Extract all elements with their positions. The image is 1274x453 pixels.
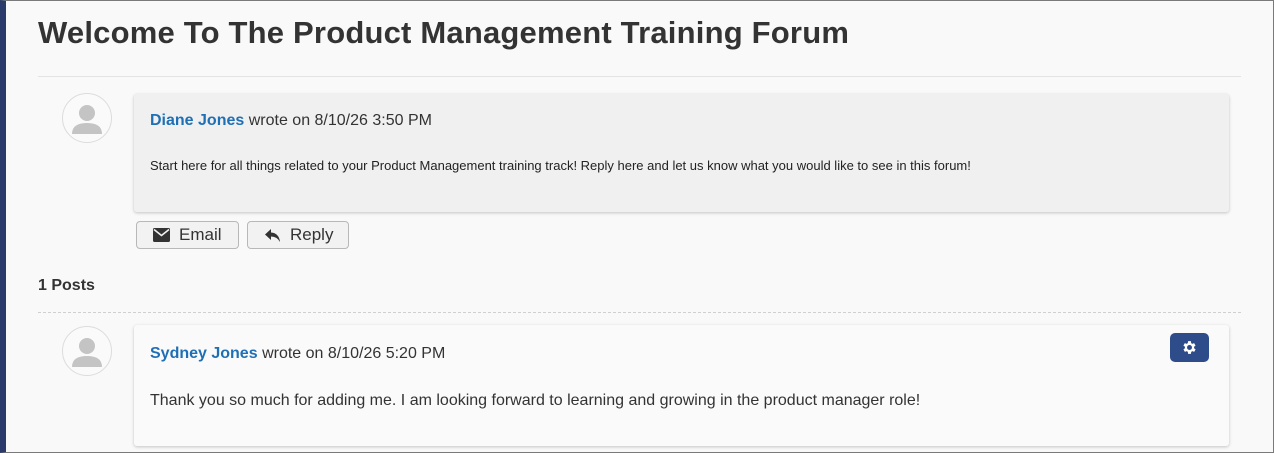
reply-post: Sydney Jones wrote on 8/10/26 5:20 PM Th…	[134, 325, 1229, 446]
avatar	[62, 326, 112, 376]
reply-button-label: Reply	[290, 225, 334, 244]
posts-count: 1 Posts	[38, 277, 95, 294]
title-divider	[38, 76, 1241, 77]
post-meta: wrote on 8/10/26 5:20 PM	[262, 345, 446, 362]
envelope-icon	[153, 228, 170, 242]
email-button-label: Email	[179, 225, 222, 244]
post-body: Start here for all things related to you…	[150, 158, 971, 173]
post-meta: wrote on 8/10/26 3:50 PM	[248, 112, 432, 129]
gear-icon	[1183, 341, 1196, 354]
post-body: Thank you so much for adding me. I am lo…	[150, 392, 921, 409]
email-button[interactable]: Email	[136, 221, 239, 249]
user-avatar-icon	[72, 105, 102, 134]
page-frame: Welcome To The Product Management Traini…	[0, 0, 1274, 453]
reply-button[interactable]: Reply	[247, 221, 349, 249]
post-settings-button[interactable]	[1170, 333, 1209, 362]
post-header: Sydney Jones wrote on 8/10/26 5:20 PM	[150, 345, 445, 363]
user-avatar-icon	[72, 338, 102, 367]
author-link[interactable]: Sydney Jones	[150, 345, 258, 362]
reply-arrow-icon	[264, 228, 281, 243]
author-link[interactable]: Diane Jones	[150, 112, 244, 129]
avatar	[62, 93, 112, 143]
posts-divider	[38, 312, 1241, 313]
page-title: Welcome To The Product Management Traini…	[38, 15, 850, 50]
main-post: Diane Jones wrote on 8/10/26 3:50 PM Sta…	[134, 94, 1229, 212]
post-header: Diane Jones wrote on 8/10/26 3:50 PM	[150, 112, 432, 130]
